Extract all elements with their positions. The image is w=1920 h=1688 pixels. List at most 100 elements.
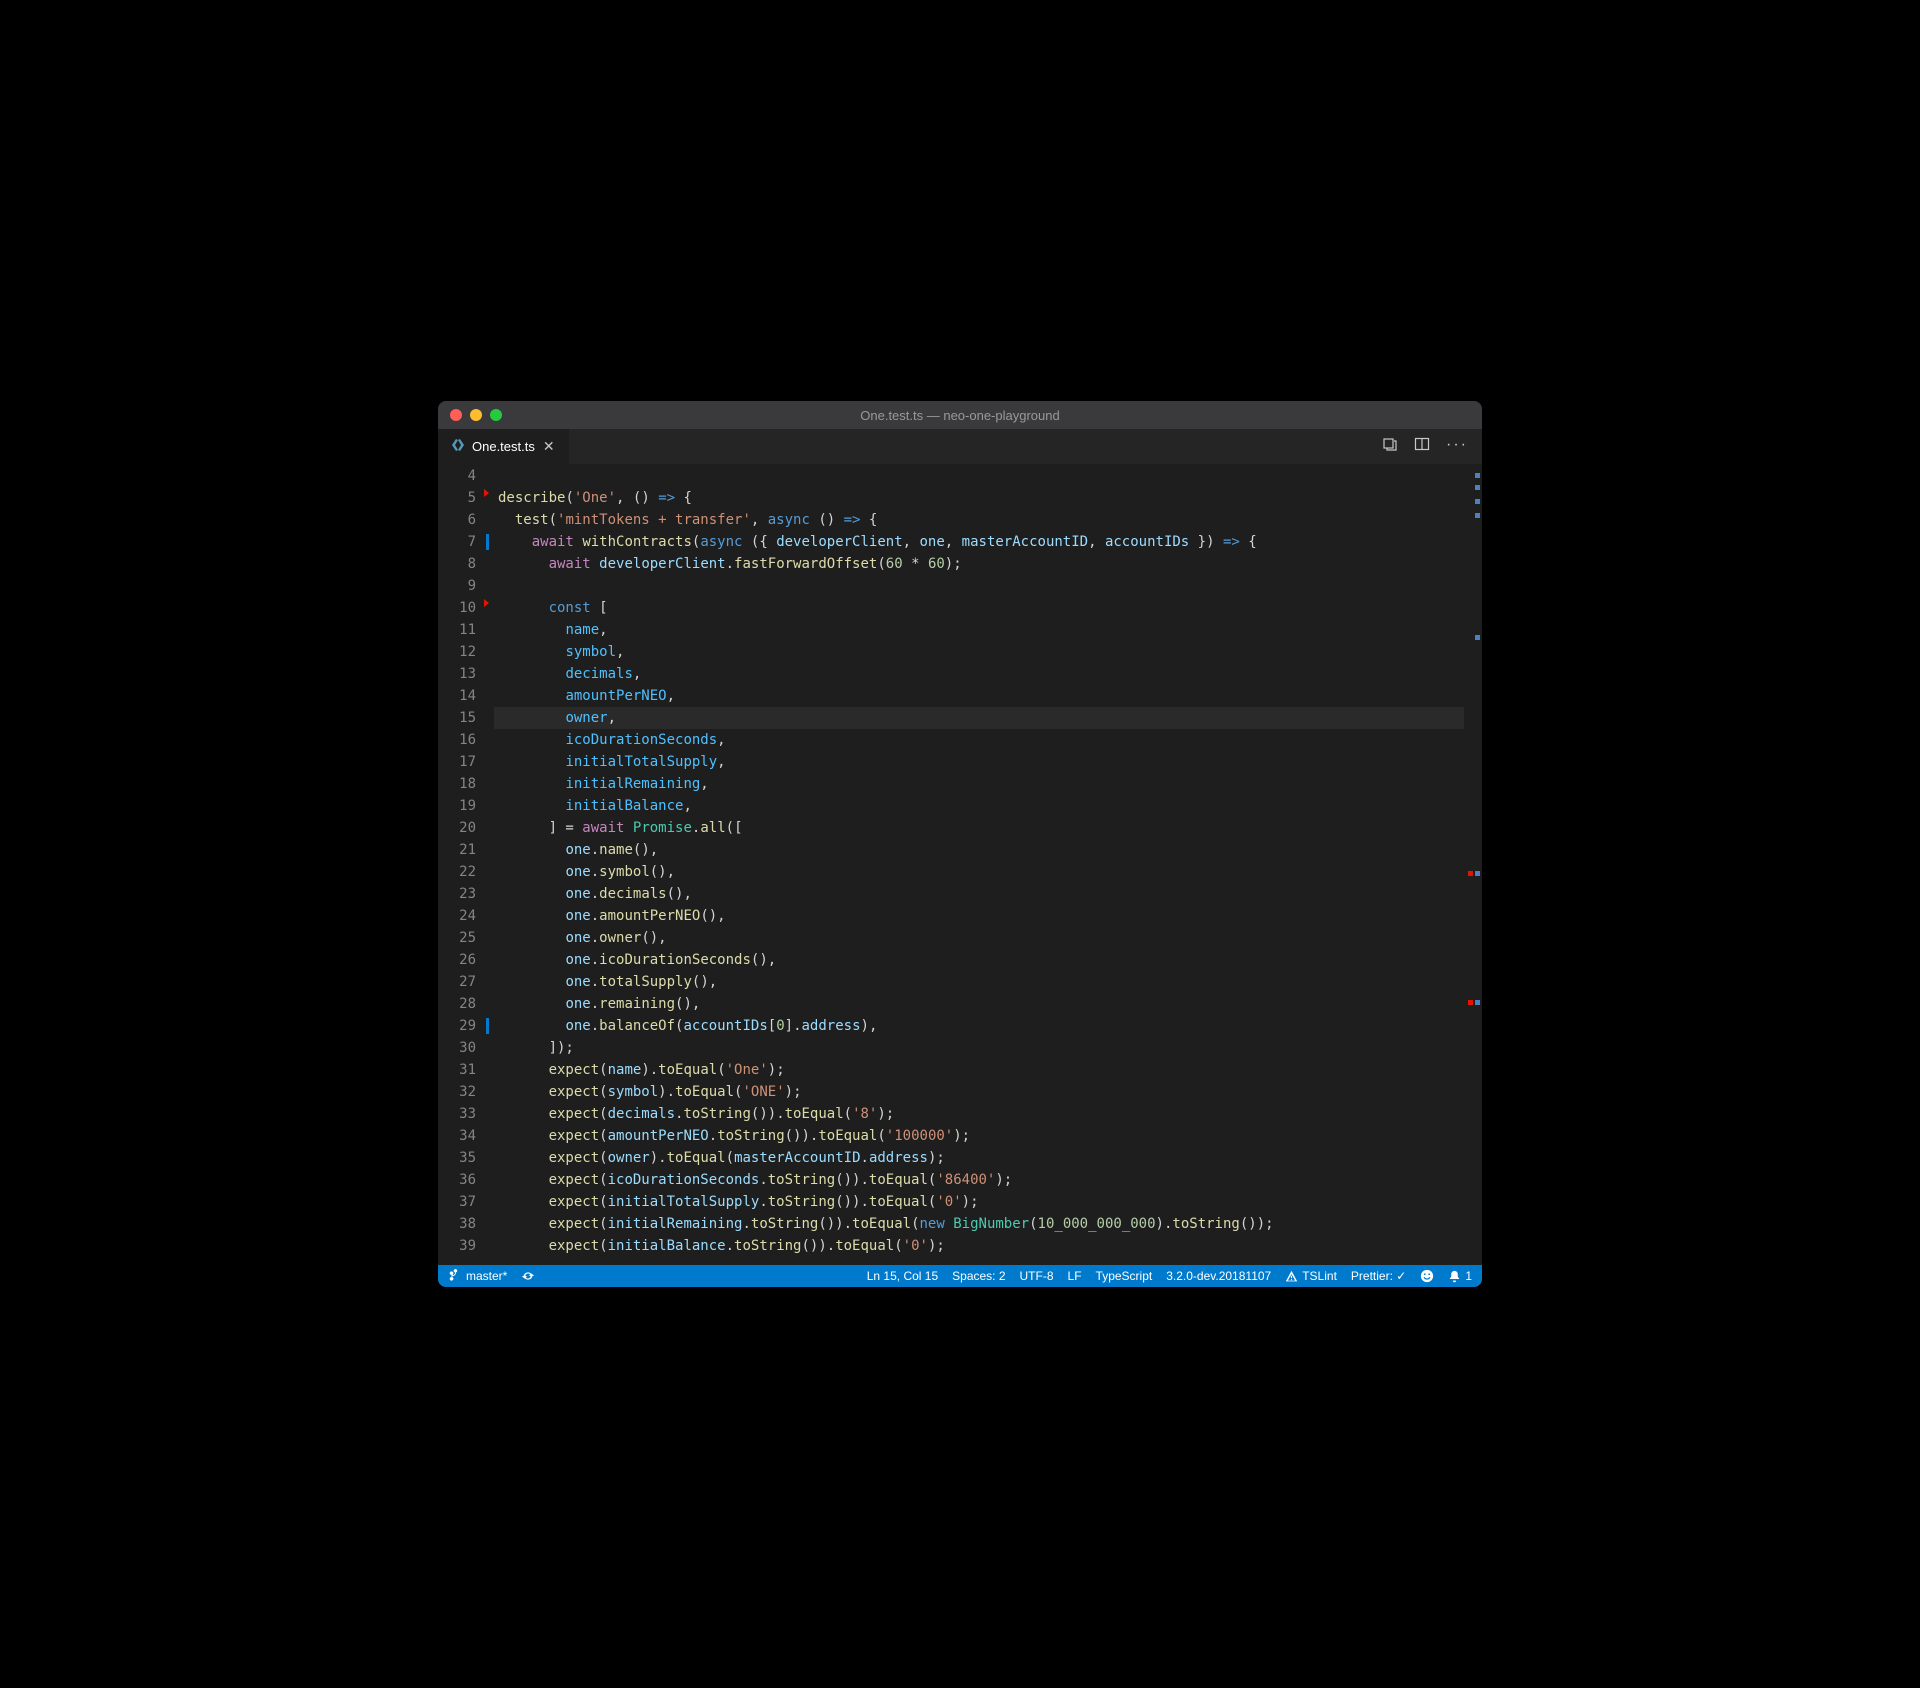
title-bar[interactable]: One.test.ts — neo-one-playground: [438, 401, 1482, 429]
code-line[interactable]: expect(name).toEqual('One');: [494, 1059, 1464, 1081]
code-line[interactable]: describe('One', () => {: [494, 487, 1464, 509]
line-number: 6: [438, 509, 476, 531]
code-line[interactable]: expect(initialBalance.toString()).toEqua…: [494, 1235, 1464, 1257]
tslint-status[interactable]: TSLint: [1285, 1269, 1337, 1283]
line-number: 32: [438, 1081, 476, 1103]
line-number: 14: [438, 685, 476, 707]
line-number: 17: [438, 751, 476, 773]
minimap-marker: [1475, 871, 1480, 876]
window-title: One.test.ts — neo-one-playground: [438, 408, 1482, 423]
minimap-marker: [1475, 473, 1480, 478]
minimap[interactable]: [1464, 465, 1482, 1265]
code-line[interactable]: expect(decimals.toString()).toEqual('8')…: [494, 1103, 1464, 1125]
minimap-marker: [1475, 635, 1480, 640]
line-number: 11: [438, 619, 476, 641]
code-line[interactable]: expect(icoDurationSeconds.toString()).to…: [494, 1169, 1464, 1191]
code-line[interactable]: one.name(),: [494, 839, 1464, 861]
status-bar: master* Ln 15, Col 15 Spaces: 2 UTF-8 LF…: [438, 1265, 1482, 1287]
line-number: 5: [438, 487, 476, 509]
code-editor[interactable]: 4567891011121314151617181920212223242526…: [438, 465, 1482, 1265]
line-number: 28: [438, 993, 476, 1015]
tab-close-icon[interactable]: ✕: [541, 438, 557, 455]
line-number: 38: [438, 1213, 476, 1235]
code-line[interactable]: test('mintTokens + transfer', async () =…: [494, 509, 1464, 531]
code-line[interactable]: expect(symbol).toEqual('ONE');: [494, 1081, 1464, 1103]
code-content[interactable]: describe('One', () => { test('mintTokens…: [494, 465, 1464, 1265]
code-line[interactable]: owner,: [494, 707, 1464, 729]
eol-status[interactable]: LF: [1068, 1269, 1082, 1283]
code-line[interactable]: initialTotalSupply,: [494, 751, 1464, 773]
code-line[interactable]: one.totalSupply(),: [494, 971, 1464, 993]
code-line[interactable]: decimals,: [494, 663, 1464, 685]
cursor-position[interactable]: Ln 15, Col 15: [867, 1269, 938, 1283]
line-number: 36: [438, 1169, 476, 1191]
code-line[interactable]: one.icoDurationSeconds(),: [494, 949, 1464, 971]
minimap-marker: [1475, 1000, 1480, 1005]
window-maximize-button[interactable]: [490, 409, 502, 421]
line-number: 34: [438, 1125, 476, 1147]
line-number: 8: [438, 553, 476, 575]
typescript-version[interactable]: 3.2.0-dev.20181107: [1166, 1269, 1271, 1283]
line-number: 13: [438, 663, 476, 685]
notifications-status[interactable]: 1: [1448, 1269, 1472, 1283]
code-line[interactable]: symbol,: [494, 641, 1464, 663]
compare-changes-icon[interactable]: [1382, 436, 1398, 457]
code-line[interactable]: [494, 575, 1464, 597]
code-line[interactable]: name,: [494, 619, 1464, 641]
line-number: 27: [438, 971, 476, 993]
line-number: 24: [438, 905, 476, 927]
code-line[interactable]: const [: [494, 597, 1464, 619]
code-line[interactable]: await withContracts(async ({ developerCl…: [494, 531, 1464, 553]
code-line[interactable]: initialRemaining,: [494, 773, 1464, 795]
line-number: 9: [438, 575, 476, 597]
line-number: 23: [438, 883, 476, 905]
line-number: 35: [438, 1147, 476, 1169]
prettier-status[interactable]: Prettier: ✓: [1351, 1269, 1406, 1283]
code-line[interactable]: expect(initialTotalSupply.toString()).to…: [494, 1191, 1464, 1213]
code-line[interactable]: one.decimals(),: [494, 883, 1464, 905]
sync-button[interactable]: [521, 1269, 535, 1283]
feedback-icon[interactable]: [1420, 1269, 1434, 1283]
line-number: 20: [438, 817, 476, 839]
indent-status[interactable]: Spaces: 2: [952, 1269, 1005, 1283]
encoding-status[interactable]: UTF-8: [1020, 1269, 1054, 1283]
language-status[interactable]: TypeScript: [1096, 1269, 1153, 1283]
window-minimize-button[interactable]: [470, 409, 482, 421]
line-number: 31: [438, 1059, 476, 1081]
code-line[interactable]: one.amountPerNEO(),: [494, 905, 1464, 927]
code-line[interactable]: expect(amountPerNEO.toString()).toEqual(…: [494, 1125, 1464, 1147]
code-line[interactable]: one.remaining(),: [494, 993, 1464, 1015]
line-number: 15: [438, 707, 476, 729]
line-number: 12: [438, 641, 476, 663]
window-close-button[interactable]: [450, 409, 462, 421]
code-line[interactable]: expect(owner).toEqual(masterAccountID.ad…: [494, 1147, 1464, 1169]
code-line[interactable]: ]);: [494, 1037, 1464, 1059]
line-number: 16: [438, 729, 476, 751]
split-editor-icon[interactable]: [1414, 436, 1430, 457]
editor-window: One.test.ts — neo-one-playground One.tes…: [438, 401, 1482, 1287]
tab-bar: One.test.ts ✕ ···: [438, 429, 1482, 465]
minimap-marker: [1475, 513, 1480, 518]
minimap-marker: [1468, 871, 1473, 876]
code-line[interactable]: ] = await Promise.all([: [494, 817, 1464, 839]
code-line[interactable]: icoDurationSeconds,: [494, 729, 1464, 751]
code-line[interactable]: one.symbol(),: [494, 861, 1464, 883]
code-line[interactable]: initialBalance,: [494, 795, 1464, 817]
code-line[interactable]: expect(initialRemaining.toString()).toEq…: [494, 1213, 1464, 1235]
line-number: 7: [438, 531, 476, 553]
code-line[interactable]: amountPerNEO,: [494, 685, 1464, 707]
line-number-gutter: 4567891011121314151617181920212223242526…: [438, 465, 494, 1265]
minimap-marker: [1468, 1000, 1473, 1005]
code-line[interactable]: [494, 465, 1464, 487]
more-actions-icon[interactable]: ···: [1446, 436, 1468, 457]
minimap-marker: [1475, 485, 1480, 490]
line-number: 19: [438, 795, 476, 817]
line-number: 21: [438, 839, 476, 861]
tab-one-test-ts[interactable]: One.test.ts ✕: [438, 429, 569, 464]
line-number: 29: [438, 1015, 476, 1037]
git-branch-status[interactable]: master*: [448, 1269, 507, 1283]
code-line[interactable]: one.owner(),: [494, 927, 1464, 949]
tab-label: One.test.ts: [472, 439, 535, 454]
code-line[interactable]: one.balanceOf(accountIDs[0].address),: [494, 1015, 1464, 1037]
code-line[interactable]: await developerClient.fastForwardOffset(…: [494, 553, 1464, 575]
